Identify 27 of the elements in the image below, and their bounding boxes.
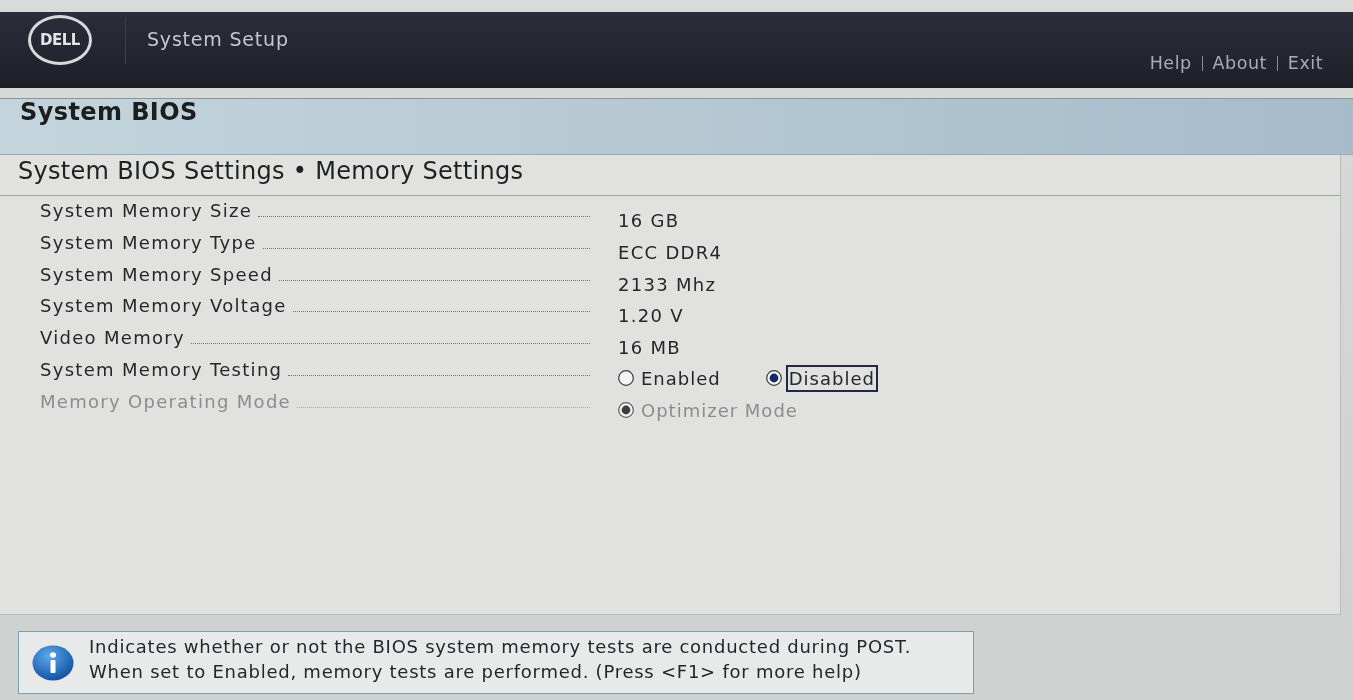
setting-value: 2133 Mhz: [618, 272, 717, 297]
app-title: System Setup: [147, 27, 289, 52]
setting-value: 1.20 V: [618, 304, 684, 329]
setting-label: System Memory Type: [40, 230, 257, 255]
setting-label: System Memory Speed: [40, 262, 273, 287]
help-text: When set to Enabled, memory tests are performed. (Press <F1> for more help): [89, 660, 863, 684]
setting-value: 16 MB: [618, 336, 681, 361]
setting-label: System Memory Voltage: [40, 294, 287, 319]
radio-option-label[interactable]: Enabled: [638, 365, 724, 392]
page-title: System BIOS: [20, 99, 199, 126]
radio-option-label[interactable]: Disabled: [785, 365, 878, 392]
header-link[interactable]: About: [1212, 50, 1267, 76]
setting-label: Memory Operating Mode: [40, 389, 291, 414]
header-link[interactable]: Help: [1149, 50, 1192, 76]
setting-value: ECC DDR4: [618, 240, 723, 265]
setting-label: Video Memory: [40, 326, 185, 351]
setting-label: System Memory Size: [40, 199, 253, 223]
radio-option-label: Optimizer Mode: [640, 398, 799, 423]
section-title: System BIOS Settings • Memory Settings: [18, 156, 524, 187]
radio-selected-icon[interactable]: [765, 370, 782, 387]
brand-logo: DELL: [28, 15, 92, 65]
header-link[interactable]: Exit: [1287, 50, 1323, 76]
radio-empty-icon[interactable]: [618, 370, 634, 387]
setting-label: System Memory Testing: [40, 358, 283, 382]
setting-value: 16 GB: [618, 209, 680, 233]
help-text: Indicates whether or not the BIOS system memory tests are conducted during POST.: [89, 635, 912, 659]
info-icon: [32, 645, 74, 681]
